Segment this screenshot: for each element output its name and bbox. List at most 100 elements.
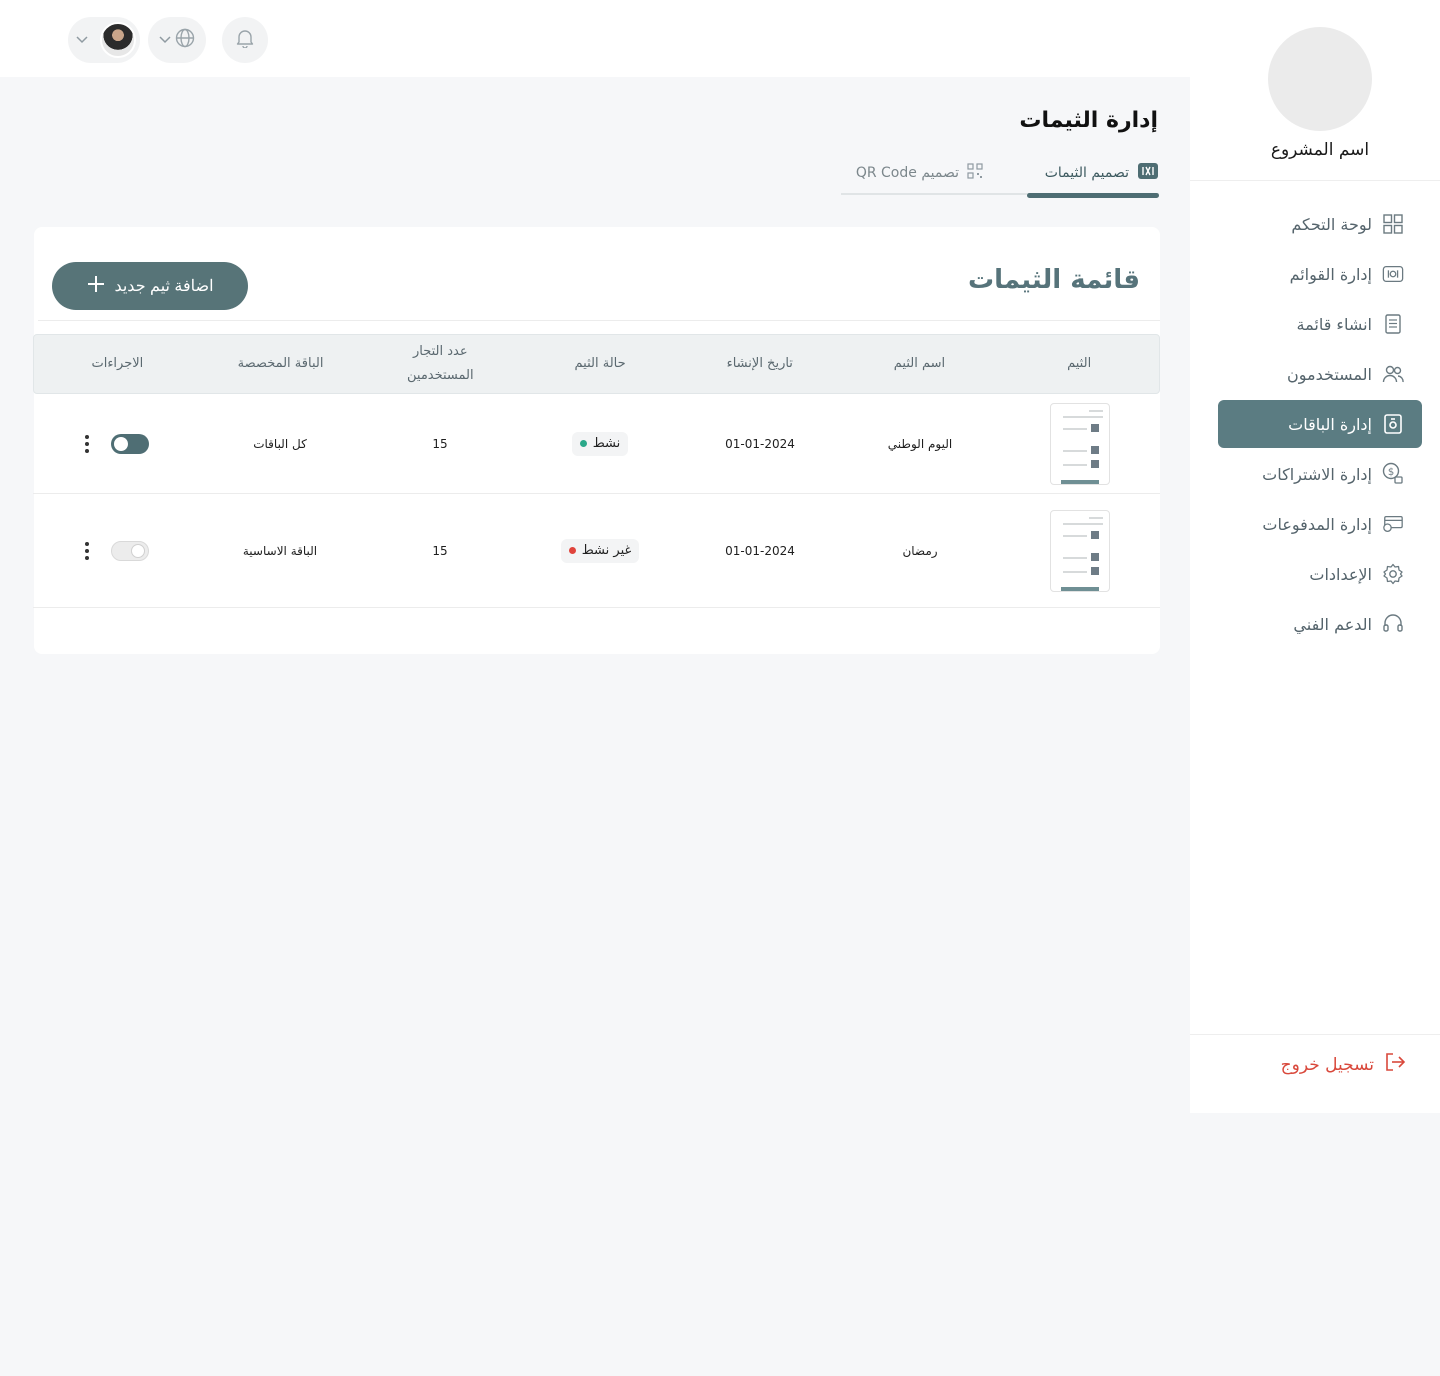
merchants-count: 15	[432, 543, 448, 558]
users-icon	[1382, 363, 1404, 385]
user-menu-button[interactable]	[68, 17, 140, 63]
bell-icon	[236, 28, 254, 52]
column-header: تاريخ الإنشاء	[726, 356, 793, 371]
card-title: قائمة الثيمات	[967, 265, 1140, 295]
status-dot	[568, 547, 576, 554]
notifications-button[interactable]	[222, 17, 268, 63]
sidebar-item-create-menu[interactable]: انشاء قائمة	[1218, 300, 1422, 348]
sidebar-item-packages[interactable]: إدارة الباقات	[1218, 400, 1422, 448]
thumb-line	[1089, 409, 1103, 412]
sidebar-item-label: المستخدمون	[1287, 364, 1372, 384]
thumb-image	[1091, 459, 1099, 468]
settings-gear-icon	[1382, 563, 1404, 585]
theme-thumbnail[interactable]	[1050, 509, 1110, 592]
subscription-icon: $	[1382, 462, 1404, 485]
avatar	[100, 22, 136, 58]
sidebar-item-users[interactable]: المستخدمون	[1218, 350, 1422, 398]
sidebar-item-label: الدعم الفني	[1293, 614, 1372, 634]
sidebar-item-payments[interactable]: إدارة المدفوعات	[1218, 500, 1422, 548]
thumb-line	[1063, 449, 1087, 452]
thumb-image	[1091, 566, 1099, 575]
thumb-line	[1063, 427, 1087, 430]
sidebar-item-label: إدارة الاشتراكات	[1262, 464, 1372, 484]
thumb-line	[1063, 570, 1087, 573]
language-selector[interactable]	[148, 17, 206, 63]
column-header: اسم الثيم	[893, 356, 946, 371]
tabs: تصميم الثيمات تصميم QR Code	[841, 160, 1159, 198]
more-options-icon[interactable]	[84, 434, 89, 453]
status-label: نشط	[592, 436, 621, 451]
theme-name: رمضان	[902, 543, 938, 558]
divider	[1190, 1034, 1440, 1035]
plus-icon	[86, 274, 106, 299]
sidebar-item-label: إدارة الباقات	[1288, 414, 1372, 434]
top-bar	[0, 0, 1190, 77]
payments-icon	[1382, 513, 1404, 535]
thumb-bar	[1061, 586, 1099, 591]
status-toggle[interactable]	[110, 433, 149, 454]
column-header: الباقة المخصصة	[237, 356, 324, 371]
actions-cell	[33, 433, 200, 454]
sidebar-item-support[interactable]: الدعم الفني	[1218, 600, 1422, 648]
status-badge: غير نشط	[560, 538, 640, 563]
themes-table: الثيم اسم الثيم تاريخ الإنشاء حالة الثيم…	[33, 334, 1160, 608]
status-toggle[interactable]	[110, 540, 149, 561]
theme-icon	[1137, 162, 1159, 184]
dashboard-grid-icon	[1382, 213, 1404, 235]
thumb-line	[1063, 556, 1087, 559]
chevron-down-icon	[159, 34, 171, 46]
sidebar-item-menus[interactable]: إدارة القوائم	[1218, 250, 1422, 298]
status-label: غير نشط	[581, 543, 632, 558]
more-options-icon[interactable]	[84, 541, 89, 560]
theme-cell	[1000, 509, 1160, 592]
theme-name: اليوم الوطني	[887, 436, 953, 451]
assigned-package: كل الباقات	[253, 436, 307, 451]
document-list-icon	[1382, 313, 1404, 335]
package-icon	[1382, 413, 1404, 435]
status-dot	[579, 440, 587, 447]
thumb-line	[1063, 463, 1087, 466]
divider	[1190, 180, 1440, 181]
status-cell: غير نشط	[520, 538, 680, 563]
sidebar: اسم المشروع لوحة التحكم إدارة القوائم ان…	[1190, 0, 1440, 1113]
thumb-line	[1089, 516, 1103, 519]
svg-text:$: $	[1388, 467, 1394, 478]
project-logo	[1268, 27, 1372, 131]
sidebar-item-label: الإعدادات	[1309, 564, 1372, 584]
row-actions	[84, 540, 149, 561]
sidebar-item-subscriptions[interactable]: $ إدارة الاشتراكات	[1218, 450, 1422, 498]
tab-theme-design[interactable]: تصميم الثيمات	[1027, 160, 1159, 198]
toggle-knob	[130, 543, 145, 558]
theme-thumbnail[interactable]	[1050, 402, 1110, 485]
theme-cell	[1000, 402, 1160, 485]
status-badge: نشط	[571, 431, 629, 456]
thumb-image	[1091, 423, 1099, 432]
column-header: عدد التجار المستخدمين	[407, 344, 474, 383]
tab-qr-design[interactable]: تصميم QR Code	[856, 160, 983, 195]
column-header: الاجراءات	[91, 356, 144, 371]
thumb-image	[1091, 445, 1099, 454]
sidebar-nav: لوحة التحكم إدارة القوائم انشاء قائمة ال…	[1218, 200, 1422, 650]
sidebar-item-dashboard[interactable]: لوحة التحكم	[1218, 200, 1422, 248]
sidebar-item-settings[interactable]: الإعدادات	[1218, 550, 1422, 598]
chevron-down-icon	[76, 34, 88, 46]
logout-button[interactable]: تسجيل خروج	[1281, 1052, 1406, 1077]
tab-label: تصميم QR Code	[855, 164, 959, 181]
sidebar-item-label: انشاء قائمة	[1296, 314, 1372, 334]
menu-card-icon	[1382, 263, 1404, 285]
add-theme-label: اضافة ثيم جديد	[114, 278, 214, 295]
headset-icon	[1382, 613, 1404, 635]
column-header: حالة الثيم	[574, 356, 626, 371]
status-cell: نشط	[520, 431, 680, 456]
logout-icon	[1384, 1052, 1406, 1077]
sidebar-item-label: إدارة المدفوعات	[1262, 514, 1372, 534]
tab-label: تصميم الثيمات	[1044, 164, 1129, 181]
add-theme-button[interactable]: اضافة ثيم جديد	[52, 262, 248, 310]
toggle-knob	[113, 436, 128, 451]
table-row: رمضان 01-01-2024 غير نشط 15 الباقة الاسا…	[33, 494, 1160, 608]
created-date: 01-01-2024	[725, 436, 795, 451]
page-title: إدارة الثيمات	[1019, 108, 1158, 133]
table-header: الثيم اسم الثيم تاريخ الإنشاء حالة الثيم…	[33, 334, 1160, 394]
thumb-line	[1063, 534, 1087, 537]
globe-icon	[175, 28, 195, 52]
